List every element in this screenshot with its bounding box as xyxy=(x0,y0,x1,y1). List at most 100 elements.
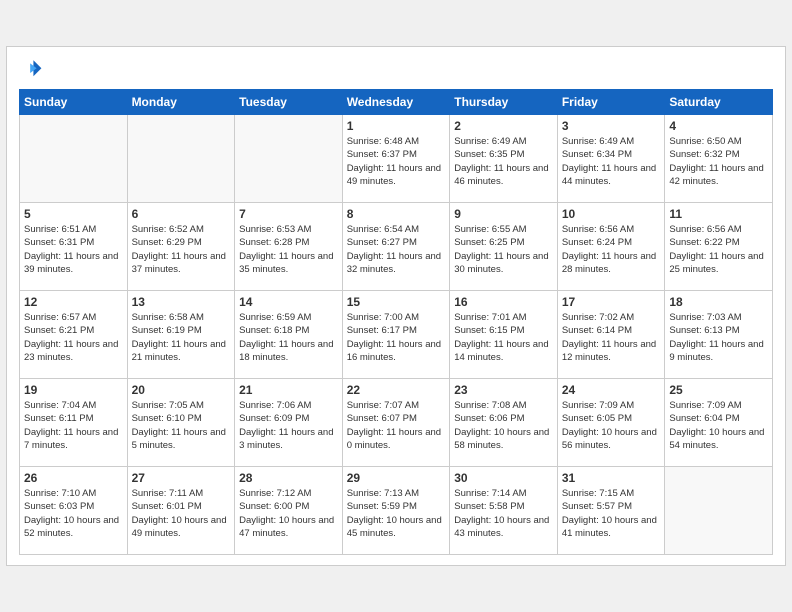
week-row-5: 26 Sunrise: 7:10 AM Sunset: 6:03 PM Dayli… xyxy=(20,467,773,555)
day-cell: 13 Sunrise: 6:58 AM Sunset: 6:19 PM Dayli… xyxy=(127,291,235,379)
day-cell: 1 Sunrise: 6:48 AM Sunset: 6:37 PM Daylig… xyxy=(342,115,450,203)
day-cell: 9 Sunrise: 6:55 AM Sunset: 6:25 PM Daylig… xyxy=(450,203,558,291)
day-cell: 14 Sunrise: 6:59 AM Sunset: 6:18 PM Dayli… xyxy=(235,291,343,379)
day-info: Sunrise: 7:11 AM Sunset: 6:01 PM Dayligh… xyxy=(132,487,231,540)
week-row-2: 5 Sunrise: 6:51 AM Sunset: 6:31 PM Daylig… xyxy=(20,203,773,291)
day-cell: 18 Sunrise: 7:03 AM Sunset: 6:13 PM Dayli… xyxy=(665,291,773,379)
day-info: Sunrise: 7:09 AM Sunset: 6:04 PM Dayligh… xyxy=(669,399,768,452)
day-info: Sunrise: 7:08 AM Sunset: 6:06 PM Dayligh… xyxy=(454,399,553,452)
day-cell: 3 Sunrise: 6:49 AM Sunset: 6:34 PM Daylig… xyxy=(557,115,665,203)
day-cell: 17Sunrise: 7:02 AM Sunset: 6:14 PM Dayli… xyxy=(557,291,665,379)
day-number: 15 xyxy=(347,295,446,309)
day-cell: 25Sunrise: 7:09 AM Sunset: 6:04 PM Dayli… xyxy=(665,379,773,467)
day-info: Sunrise: 6:54 AM Sunset: 6:27 PM Dayligh… xyxy=(347,223,446,276)
day-info: Sunrise: 7:01 AM Sunset: 6:15 PM Dayligh… xyxy=(454,311,553,364)
day-info: Sunrise: 6:56 AM Sunset: 6:22 PM Dayligh… xyxy=(669,223,768,276)
day-number: 3 xyxy=(562,119,661,133)
day-info: Sunrise: 6:51 AM Sunset: 6:31 PM Dayligh… xyxy=(24,223,123,276)
day-cell: 8 Sunrise: 6:54 AM Sunset: 6:27 PM Daylig… xyxy=(342,203,450,291)
day-info: Sunrise: 7:07 AM Sunset: 6:07 PM Dayligh… xyxy=(347,399,446,452)
day-number: 19 xyxy=(24,383,123,397)
day-cell: 2Sunrise: 6:49 AM Sunset: 6:35 PM Daylig… xyxy=(450,115,558,203)
day-info: Sunrise: 7:10 AM Sunset: 6:03 PM Dayligh… xyxy=(24,487,123,540)
day-number: 6 xyxy=(132,207,231,221)
day-number: 21 xyxy=(239,383,338,397)
day-info: Sunrise: 6:55 AM Sunset: 6:25 PM Dayligh… xyxy=(454,223,553,276)
day-info: Sunrise: 7:03 AM Sunset: 6:13 PM Dayligh… xyxy=(669,311,768,364)
day-number: 8 xyxy=(347,207,446,221)
day-number: 24 xyxy=(562,383,661,397)
day-info: Sunrise: 7:06 AM Sunset: 6:09 PM Dayligh… xyxy=(239,399,338,452)
day-cell: 7Sunrise: 6:53 AM Sunset: 6:28 PM Daylig… xyxy=(235,203,343,291)
weekday-header-row: SundayMondayTuesdayWednesdayThursdayFrid… xyxy=(20,90,773,115)
day-number: 14 xyxy=(239,295,338,309)
day-cell: 15Sunrise: 7:00 AM Sunset: 6:17 PM Dayli… xyxy=(342,291,450,379)
day-info: Sunrise: 6:50 AM Sunset: 6:32 PM Dayligh… xyxy=(669,135,768,188)
day-info: Sunrise: 7:05 AM Sunset: 6:10 PM Dayligh… xyxy=(132,399,231,452)
day-cell: 28Sunrise: 7:12 AM Sunset: 6:00 PM Dayli… xyxy=(235,467,343,555)
day-cell: 19 Sunrise: 7:04 AM Sunset: 6:11 PM Dayli… xyxy=(20,379,128,467)
weekday-header-monday: Monday xyxy=(127,90,235,115)
day-cell: 16 Sunrise: 7:01 AM Sunset: 6:15 PM Dayli… xyxy=(450,291,558,379)
day-number: 12 xyxy=(24,295,123,309)
day-cell: 21 Sunrise: 7:06 AM Sunset: 6:09 PM Dayli… xyxy=(235,379,343,467)
day-info: Sunrise: 7:15 AM Sunset: 5:57 PM Dayligh… xyxy=(562,487,661,540)
day-number: 30 xyxy=(454,471,553,485)
day-number: 11 xyxy=(669,207,768,221)
day-number: 23 xyxy=(454,383,553,397)
day-info: Sunrise: 7:12 AM Sunset: 6:00 PM Dayligh… xyxy=(239,487,338,540)
day-info: Sunrise: 7:14 AM Sunset: 5:58 PM Dayligh… xyxy=(454,487,553,540)
day-info: Sunrise: 6:48 AM Sunset: 6:37 PM Dayligh… xyxy=(347,135,446,188)
day-info: Sunrise: 6:58 AM Sunset: 6:19 PM Dayligh… xyxy=(132,311,231,364)
day-cell xyxy=(127,115,235,203)
day-info: Sunrise: 7:13 AM Sunset: 5:59 PM Dayligh… xyxy=(347,487,446,540)
day-cell xyxy=(235,115,343,203)
day-cell: 23 Sunrise: 7:08 AM Sunset: 6:06 PM Dayli… xyxy=(450,379,558,467)
week-row-1: 1 Sunrise: 6:48 AM Sunset: 6:37 PM Daylig… xyxy=(20,115,773,203)
day-cell: 4 Sunrise: 6:50 AM Sunset: 6:32 PM Daylig… xyxy=(665,115,773,203)
week-row-3: 12Sunrise: 6:57 AM Sunset: 6:21 PM Dayli… xyxy=(20,291,773,379)
day-info: Sunrise: 6:49 AM Sunset: 6:34 PM Dayligh… xyxy=(562,135,661,188)
day-number: 7 xyxy=(239,207,338,221)
day-cell: 29Sunrise: 7:13 AM Sunset: 5:59 PM Dayli… xyxy=(342,467,450,555)
day-cell: 22 Sunrise: 7:07 AM Sunset: 6:07 PM Dayli… xyxy=(342,379,450,467)
day-number: 17 xyxy=(562,295,661,309)
day-number: 5 xyxy=(24,207,123,221)
day-number: 20 xyxy=(132,383,231,397)
day-number: 27 xyxy=(132,471,231,485)
day-info: Sunrise: 6:56 AM Sunset: 6:24 PM Dayligh… xyxy=(562,223,661,276)
day-number: 16 xyxy=(454,295,553,309)
day-number: 1 xyxy=(347,119,446,133)
day-info: Sunrise: 7:04 AM Sunset: 6:11 PM Dayligh… xyxy=(24,399,123,452)
day-cell: 24 Sunrise: 7:09 AM Sunset: 6:05 PM Dayli… xyxy=(557,379,665,467)
weekday-header-tuesday: Tuesday xyxy=(235,90,343,115)
day-number: 9 xyxy=(454,207,553,221)
day-info: Sunrise: 6:59 AM Sunset: 6:18 PM Dayligh… xyxy=(239,311,338,364)
day-cell: 30 Sunrise: 7:14 AM Sunset: 5:58 PM Dayli… xyxy=(450,467,558,555)
day-cell: 26 Sunrise: 7:10 AM Sunset: 6:03 PM Dayli… xyxy=(20,467,128,555)
logo xyxy=(19,57,47,81)
day-info: Sunrise: 6:52 AM Sunset: 6:29 PM Dayligh… xyxy=(132,223,231,276)
day-cell xyxy=(665,467,773,555)
weekday-header-wednesday: Wednesday xyxy=(342,90,450,115)
day-number: 4 xyxy=(669,119,768,133)
day-number: 31 xyxy=(562,471,661,485)
day-cell: 27 Sunrise: 7:11 AM Sunset: 6:01 PM Dayli… xyxy=(127,467,235,555)
day-cell: 31 Sunrise: 7:15 AM Sunset: 5:57 PM Dayli… xyxy=(557,467,665,555)
day-number: 10 xyxy=(562,207,661,221)
day-cell xyxy=(20,115,128,203)
day-number: 26 xyxy=(24,471,123,485)
calendar-table: SundayMondayTuesdayWednesdayThursdayFrid… xyxy=(19,89,773,555)
weekday-header-thursday: Thursday xyxy=(450,90,558,115)
day-cell: 10 Sunrise: 6:56 AM Sunset: 6:24 PM Dayli… xyxy=(557,203,665,291)
calendar-container: SundayMondayTuesdayWednesdayThursdayFrid… xyxy=(6,46,786,566)
day-number: 13 xyxy=(132,295,231,309)
day-number: 2 xyxy=(454,119,553,133)
weekday-header-saturday: Saturday xyxy=(665,90,773,115)
day-info: Sunrise: 7:09 AM Sunset: 6:05 PM Dayligh… xyxy=(562,399,661,452)
day-number: 18 xyxy=(669,295,768,309)
week-row-4: 19 Sunrise: 7:04 AM Sunset: 6:11 PM Dayli… xyxy=(20,379,773,467)
weekday-header-sunday: Sunday xyxy=(20,90,128,115)
day-number: 22 xyxy=(347,383,446,397)
day-cell: 6 Sunrise: 6:52 AM Sunset: 6:29 PM Daylig… xyxy=(127,203,235,291)
